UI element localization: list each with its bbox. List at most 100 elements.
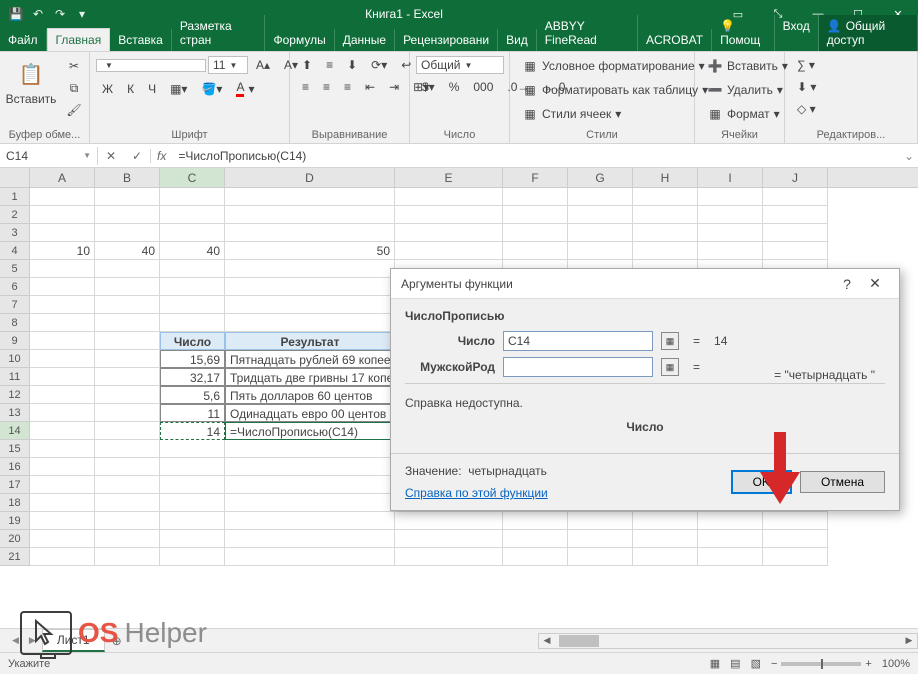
cell[interactable]	[160, 314, 225, 332]
indent-inc-button[interactable]: ⇥	[383, 78, 405, 96]
cell[interactable]	[225, 440, 395, 458]
cell[interactable]	[633, 548, 698, 566]
cell[interactable]	[633, 242, 698, 260]
arg-input-number[interactable]: C14	[503, 331, 653, 351]
cell[interactable]	[568, 242, 633, 260]
function-help-link[interactable]: Справка по этой функции	[405, 486, 548, 500]
redo-icon[interactable]: ↷	[52, 6, 68, 22]
col-header[interactable]: A	[30, 168, 95, 187]
delete-cells-button[interactable]: ➖Удалить ▾	[701, 80, 789, 100]
cell[interactable]	[30, 368, 95, 386]
cell[interactable]: 11	[160, 404, 225, 422]
cell[interactable]	[160, 476, 225, 494]
tab-insert[interactable]: Вставка	[110, 29, 172, 51]
cell[interactable]	[698, 206, 763, 224]
col-header[interactable]: G	[568, 168, 633, 187]
number-format-dropdown[interactable]: Общий▼	[416, 56, 504, 74]
align-left-button[interactable]: ≡	[296, 78, 315, 96]
cell[interactable]	[95, 224, 160, 242]
format-as-table-button[interactable]: ▦Форматировать как таблицу ▾	[516, 80, 714, 100]
format-cells-button[interactable]: ▦Формат ▾	[701, 104, 786, 124]
cell[interactable]	[568, 512, 633, 530]
comma-button[interactable]: 000	[467, 78, 499, 96]
collapse-dialog-icon[interactable]: ▦	[661, 358, 679, 376]
zoom-slider[interactable]: − +	[771, 658, 872, 670]
cell[interactable]	[30, 224, 95, 242]
formula-input[interactable]: =ЧислоПрописью(C14)	[172, 147, 900, 165]
cell[interactable]: Число	[160, 332, 225, 350]
percent-button[interactable]: %	[443, 78, 466, 96]
tab-tell-me[interactable]: 💡Помощ	[712, 15, 775, 51]
cell[interactable]	[633, 512, 698, 530]
align-top-button[interactable]: ⬆	[296, 56, 318, 74]
cell[interactable]	[95, 350, 160, 368]
cell[interactable]	[160, 188, 225, 206]
cell[interactable]	[30, 206, 95, 224]
save-icon[interactable]: 💾	[8, 6, 24, 22]
cell[interactable]: =ЧислоПрописью(C14)	[225, 422, 395, 440]
cell[interactable]	[395, 224, 503, 242]
cell[interactable]	[763, 530, 828, 548]
tab-review[interactable]: Рецензировани	[395, 29, 498, 51]
col-header[interactable]: D	[225, 168, 395, 187]
cell[interactable]	[160, 224, 225, 242]
format-painter-button[interactable]: 🖌	[60, 100, 88, 120]
col-header[interactable]: F	[503, 168, 568, 187]
cell[interactable]: 40	[160, 242, 225, 260]
scroll-right-icon[interactable]: ▶	[901, 635, 917, 646]
cell[interactable]	[568, 548, 633, 566]
indent-dec-button[interactable]: ⇤	[359, 78, 381, 96]
font-name-dropdown[interactable]: ▼	[96, 59, 206, 72]
cell[interactable]	[30, 386, 95, 404]
cell[interactable]	[95, 512, 160, 530]
cell[interactable]	[225, 512, 395, 530]
row-header[interactable]: 2	[0, 206, 30, 224]
row-header[interactable]: 10	[0, 350, 30, 368]
fill-button[interactable]: ⬇ ▾	[791, 78, 822, 96]
cell[interactable]	[225, 476, 395, 494]
row-header[interactable]: 17	[0, 476, 30, 494]
conditional-formatting-button[interactable]: ▦Условное форматирование ▾	[516, 56, 711, 76]
cell[interactable]: Одинадцать евро 00 центов	[225, 404, 395, 422]
col-header[interactable]: C	[160, 168, 225, 187]
cell[interactable]	[95, 188, 160, 206]
cell[interactable]	[698, 224, 763, 242]
tab-acrobat[interactable]: ACROBAT	[638, 29, 712, 51]
cell[interactable]	[95, 314, 160, 332]
row-header[interactable]: 7	[0, 296, 30, 314]
cell[interactable]	[225, 224, 395, 242]
cell[interactable]	[395, 242, 503, 260]
cell[interactable]	[763, 242, 828, 260]
border-button[interactable]: ▦▾	[164, 80, 193, 98]
row-header[interactable]: 20	[0, 530, 30, 548]
cell[interactable]	[30, 548, 95, 566]
row-header[interactable]: 21	[0, 548, 30, 566]
cell[interactable]	[30, 188, 95, 206]
cell[interactable]	[30, 458, 95, 476]
cell[interactable]	[568, 206, 633, 224]
cell[interactable]: Пять долларов 60 центов	[225, 386, 395, 404]
scroll-left-icon[interactable]: ◀	[539, 635, 555, 646]
cell[interactable]	[160, 458, 225, 476]
cell[interactable]	[30, 278, 95, 296]
cell[interactable]	[95, 332, 160, 350]
cell[interactable]	[160, 260, 225, 278]
cell[interactable]	[95, 440, 160, 458]
cell[interactable]	[95, 530, 160, 548]
cell[interactable]	[698, 512, 763, 530]
cell[interactable]	[225, 206, 395, 224]
zoom-out-icon[interactable]: −	[771, 658, 777, 670]
cell[interactable]	[160, 494, 225, 512]
font-color-button[interactable]: A▾	[230, 78, 260, 99]
row-header[interactable]: 1	[0, 188, 30, 206]
col-header[interactable]: E	[395, 168, 503, 187]
cell[interactable]	[30, 422, 95, 440]
grow-font-button[interactable]: A▴	[250, 56, 276, 74]
cell[interactable]	[160, 512, 225, 530]
cell[interactable]	[225, 494, 395, 512]
currency-button[interactable]: $▾	[416, 78, 441, 96]
cell[interactable]	[160, 278, 225, 296]
cell[interactable]	[503, 188, 568, 206]
cell[interactable]	[160, 206, 225, 224]
cell[interactable]	[160, 548, 225, 566]
